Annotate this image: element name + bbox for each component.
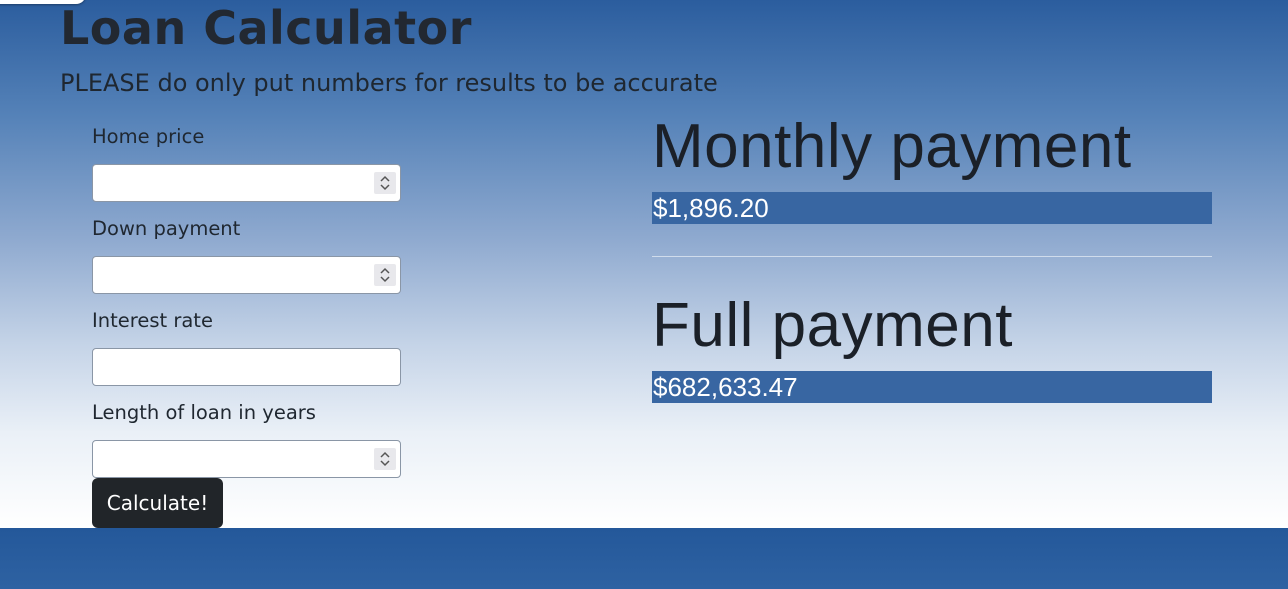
- loan-length-field[interactable]: [92, 440, 401, 478]
- home-price-label: Home price: [92, 125, 205, 148]
- loan-length-label: Length of loan in years: [92, 401, 316, 424]
- page-subtitle: PLEASE do only put numbers for results t…: [60, 69, 718, 97]
- spinner-arrows-icon: [380, 451, 390, 467]
- calculate-button[interactable]: Calculate!: [92, 478, 223, 528]
- interest-rate-field[interactable]: [92, 348, 401, 386]
- monthly-payment-heading: Monthly payment: [652, 112, 1132, 181]
- home-price-input[interactable]: [101, 166, 375, 202]
- home-price-field[interactable]: [92, 164, 401, 202]
- number-spinner[interactable]: [374, 172, 396, 194]
- results-divider: [652, 256, 1212, 257]
- interest-rate-label: Interest rate: [92, 309, 213, 332]
- page-title: Loan Calculator: [60, 1, 472, 55]
- down-payment-label: Down payment: [92, 217, 241, 240]
- full-payment-value: $682,633.47: [652, 371, 1212, 403]
- number-spinner[interactable]: [374, 448, 396, 470]
- loan-length-input[interactable]: [101, 442, 375, 478]
- down-payment-input[interactable]: [101, 258, 375, 294]
- footer: [0, 528, 1288, 589]
- spinner-arrows-icon: [380, 175, 390, 191]
- down-payment-field[interactable]: [92, 256, 401, 294]
- full-payment-heading: Full payment: [652, 291, 1013, 360]
- spinner-arrows-icon: [380, 267, 390, 283]
- number-spinner[interactable]: [374, 264, 396, 286]
- monthly-payment-value: $1,896.20: [652, 192, 1212, 224]
- interest-rate-input[interactable]: [101, 350, 375, 386]
